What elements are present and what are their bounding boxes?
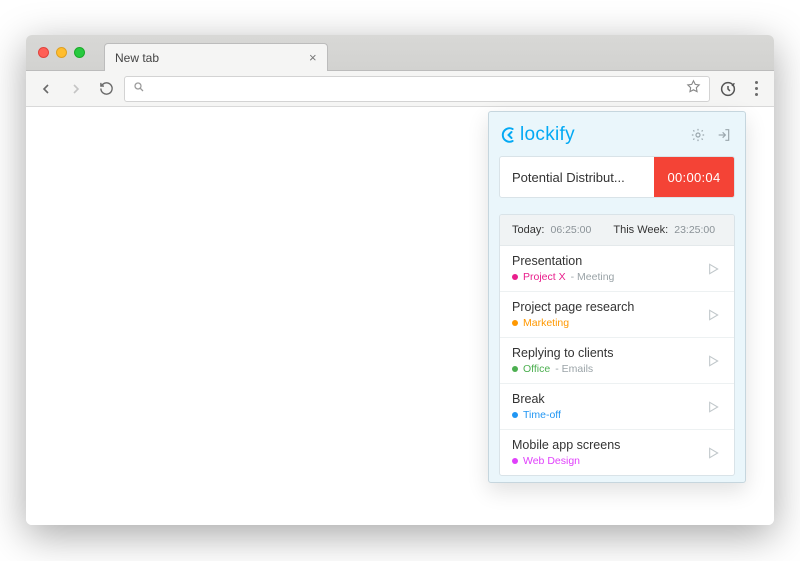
time-entry-info: Mobile app screens Web Design: [512, 438, 620, 467]
browser-tab[interactable]: New tab ×: [104, 43, 328, 71]
entry-title: Presentation: [512, 254, 614, 268]
project-color-dot: [512, 458, 518, 464]
entry-title: Mobile app screens: [512, 438, 620, 452]
play-icon[interactable]: [704, 352, 722, 370]
clockify-logo-icon: [501, 126, 519, 144]
clockify-extension-icon[interactable]: [716, 77, 740, 101]
summary-header: Today: 06:25:00 This Week: 23:25:00: [500, 215, 734, 246]
entry-meta: Time-off: [512, 409, 561, 421]
week-value: 23:25:00: [674, 224, 715, 236]
address-input[interactable]: [151, 81, 680, 96]
play-icon[interactable]: [704, 260, 722, 278]
forward-button[interactable]: [64, 77, 88, 101]
popup-header: lockify: [499, 122, 735, 156]
entry-meta: Web Design: [512, 455, 620, 467]
timer-stop-button[interactable]: 00:00:04: [654, 157, 734, 197]
project-color-dot: [512, 412, 518, 418]
time-entry-info: Project page research Marketing: [512, 300, 634, 329]
time-entry[interactable]: Mobile app screens Web Design: [500, 430, 734, 475]
clockify-popup: lockify Potential Distribut... 00:00:04: [488, 111, 746, 483]
project-color-dot: [512, 320, 518, 326]
browser-window: New tab ×: [26, 35, 774, 525]
time-entry[interactable]: Presentation Project X Meeting: [500, 246, 734, 292]
reload-button[interactable]: [94, 77, 118, 101]
entry-meta: Project X Meeting: [512, 271, 614, 283]
project-name: Office: [523, 363, 550, 375]
time-entry-info: Break Time-off: [512, 392, 561, 421]
timer-description[interactable]: Potential Distribut...: [500, 157, 654, 197]
tab-title: New tab: [115, 51, 159, 65]
logo-text: lockify: [520, 124, 575, 146]
back-button[interactable]: [34, 77, 58, 101]
minimize-window-button[interactable]: [56, 47, 67, 58]
maximize-window-button[interactable]: [74, 47, 85, 58]
logout-icon[interactable]: [715, 126, 733, 144]
play-icon[interactable]: [704, 306, 722, 324]
search-icon: [133, 80, 145, 98]
active-timer: Potential Distribut... 00:00:04: [499, 156, 735, 198]
close-tab-icon[interactable]: ×: [309, 50, 317, 65]
clockify-logo: lockify: [501, 124, 575, 146]
window-controls: [38, 47, 85, 58]
address-bar[interactable]: [124, 76, 710, 102]
project-name: Time-off: [523, 409, 561, 421]
close-window-button[interactable]: [38, 47, 49, 58]
entry-meta: Marketing: [512, 317, 634, 329]
week-label: This Week:: [613, 224, 668, 236]
task-name: Emails: [555, 363, 593, 375]
popup-header-actions: [689, 126, 733, 144]
entries-list: Presentation Project X Meeting Project page…: [500, 246, 734, 475]
time-entry-info: Presentation Project X Meeting: [512, 254, 614, 283]
entry-title: Replying to clients: [512, 346, 613, 360]
time-summary: Today: 06:25:00 This Week: 23:25:00 Pres…: [499, 214, 735, 476]
project-color-dot: [512, 366, 518, 372]
project-name: Web Design: [523, 455, 580, 467]
play-icon[interactable]: [704, 398, 722, 416]
week-group: This Week: 23:25:00: [613, 224, 715, 236]
settings-gear-icon[interactable]: [689, 126, 707, 144]
entry-meta: Office Emails: [512, 363, 613, 375]
browser-menu-button[interactable]: [746, 81, 766, 96]
project-color-dot: [512, 274, 518, 280]
bookmark-star-icon[interactable]: [686, 79, 701, 99]
time-entry-info: Replying to clients Office Emails: [512, 346, 613, 375]
today-label: Today:: [512, 224, 544, 236]
project-name: Marketing: [523, 317, 569, 329]
entry-title: Break: [512, 392, 561, 406]
time-entry[interactable]: Break Time-off: [500, 384, 734, 430]
titlebar: New tab ×: [26, 35, 774, 71]
today-value: 06:25:00: [550, 224, 591, 236]
entry-title: Project page research: [512, 300, 634, 314]
page-viewport: lockify Potential Distribut... 00:00:04: [26, 107, 774, 525]
browser-toolbar: [26, 71, 774, 107]
task-name: Meeting: [571, 271, 615, 283]
play-icon[interactable]: [704, 444, 722, 462]
time-entry[interactable]: Replying to clients Office Emails: [500, 338, 734, 384]
project-name: Project X: [523, 271, 566, 283]
time-entry[interactable]: Project page research Marketing: [500, 292, 734, 338]
today-group: Today: 06:25:00: [512, 224, 591, 236]
